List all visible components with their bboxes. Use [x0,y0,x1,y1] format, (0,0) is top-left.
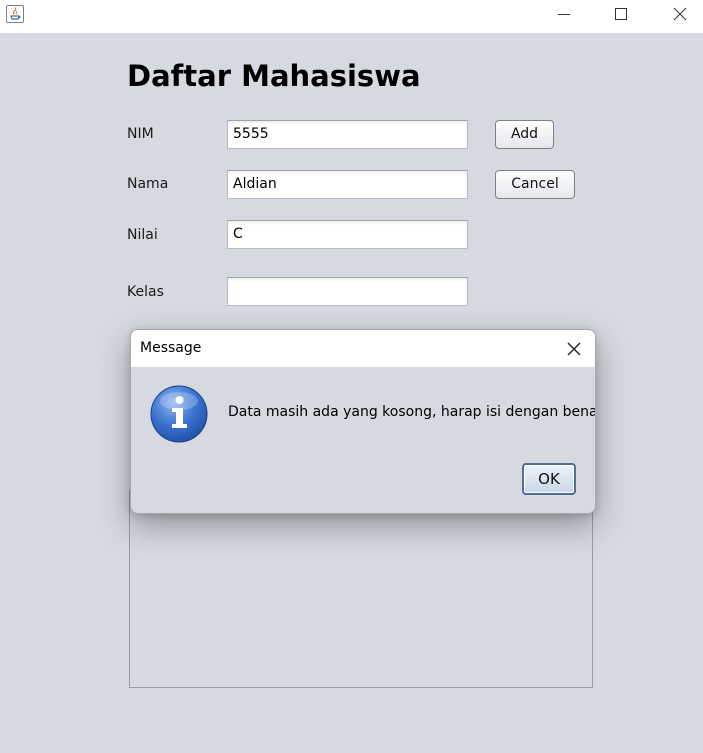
add-button[interactable]: Add [495,120,554,149]
close-icon [673,7,687,21]
nim-label: NIM [127,126,154,142]
page-title: Daftar Mahasiswa [127,59,421,93]
data-list-area[interactable] [129,490,593,688]
dialog-message: Data masih ada yang kosong, harap isi de… [228,404,596,420]
close-window-button[interactable] [650,0,703,30]
nama-label: Nama [127,176,169,192]
window-titlebar [0,0,703,33]
message-dialog: Message Data masih ada yang kosong, hara… [130,329,596,514]
minimize-icon [558,14,570,15]
java-app-icon [6,5,24,23]
nilai-label: Nilai [127,227,158,243]
minimize-button[interactable] [535,0,593,30]
kelas-field[interactable] [227,277,468,306]
dialog-close-button[interactable] [561,336,587,362]
close-icon [567,342,581,356]
ok-button[interactable]: OK [522,463,576,495]
information-icon [149,384,209,444]
cancel-button[interactable]: Cancel [495,170,575,199]
nim-field[interactable]: 5555 [227,120,468,149]
nilai-field[interactable]: C [227,220,468,249]
maximize-button[interactable] [592,0,650,30]
dialog-titlebar: Message [131,330,595,367]
maximize-icon [615,8,627,20]
dialog-title: Message [140,340,202,356]
kelas-label: Kelas [127,284,164,300]
nama-field[interactable]: Aldian [227,170,468,199]
